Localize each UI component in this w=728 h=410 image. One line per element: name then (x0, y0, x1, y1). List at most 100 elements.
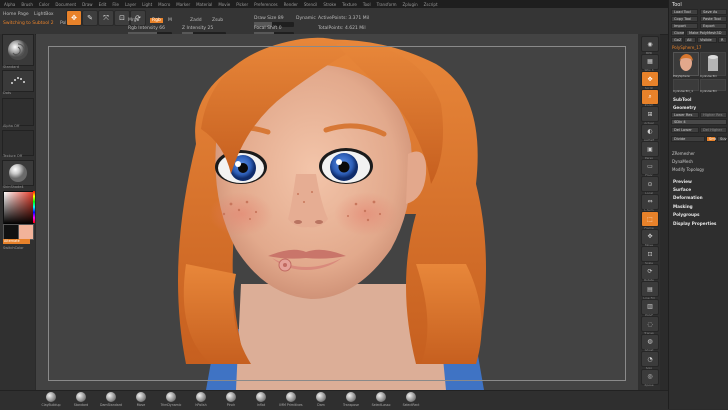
menu-item-stroke[interactable]: Stroke (323, 2, 336, 7)
menu-item-preferences[interactable]: Preferences (254, 2, 278, 7)
masking-section[interactable]: Masking (673, 204, 693, 209)
menu-item-picker[interactable]: Picker (236, 2, 248, 7)
brush-label: DamStandard (99, 403, 122, 407)
menu-item-zscript[interactable]: Zscript (424, 2, 438, 7)
smt-toggle[interactable]: Smt (706, 136, 716, 142)
shelf-brush-pinch[interactable]: Pinch (216, 392, 246, 407)
stroke-selector[interactable] (2, 70, 34, 92)
geometry-section[interactable]: Geometry (673, 105, 696, 110)
paste-tool-button[interactable]: Paste Tool (700, 16, 727, 22)
polygroups-section[interactable]: Polygroups (673, 212, 700, 217)
suv-toggle[interactable]: Suv (717, 136, 727, 142)
alpha-selector[interactable] (2, 98, 34, 126)
all-button[interactable]: All (684, 37, 696, 43)
zsub-toggle[interactable]: Zsub (212, 18, 223, 23)
del-higher-button[interactable]: Del Higher (700, 127, 727, 133)
hue-strip[interactable] (33, 191, 35, 223)
material-selector[interactable] (2, 160, 34, 186)
subtool-section[interactable]: SubTool (673, 97, 691, 102)
load-tool-button[interactable]: Load Tool (671, 9, 698, 15)
draw-size-label: Draw Size 89 (254, 16, 284, 21)
preview-section[interactable]: Preview (673, 179, 692, 184)
menu-item-layer[interactable]: Layer (125, 2, 136, 7)
move-icon: ✥ (647, 233, 653, 240)
menu-item-transform[interactable]: Transform (377, 2, 397, 7)
texture-selector[interactable] (2, 130, 34, 156)
menu-item-stencil[interactable]: Stencil (304, 2, 318, 7)
surface-section[interactable]: Surface (673, 187, 691, 192)
menu-item-macro[interactable]: Macro (158, 2, 170, 7)
brush-sphere-icon (166, 392, 176, 402)
tool-thumb-cylinder[interactable] (700, 52, 726, 76)
menu-item-edit[interactable]: Edit (99, 2, 107, 7)
shelf-brush-standard[interactable]: Standard (66, 392, 96, 407)
lightbox-tab[interactable]: LightBox (34, 12, 54, 17)
deformation-section[interactable]: Deformation (673, 195, 703, 200)
move-button[interactable]: ⤧ (98, 10, 114, 26)
menu-item-movie[interactable]: Movie (218, 2, 230, 7)
bottom-brush-shelf: ClayBuildup Standard DamStandard Move TrimDy… (0, 390, 668, 410)
m-toggle[interactable]: M (168, 18, 172, 23)
edit-button[interactable]: ✥ (66, 10, 82, 26)
goz-button[interactable]: GoZ (671, 37, 683, 43)
menu-item-texture[interactable]: Texture (342, 2, 357, 7)
modify-topology-item[interactable]: Modify Topology (672, 167, 704, 172)
mrgb-toggle[interactable]: Mrgb (128, 18, 139, 23)
menu-item-light[interactable]: Light (142, 2, 152, 7)
shelf-brush-claybuildup[interactable]: ClayBuildup (36, 392, 66, 407)
shelf-brush-imm-primitives[interactable]: IMM Primitives (276, 392, 306, 407)
shelf-brush-selectlasso[interactable]: SelectLasso (366, 392, 396, 407)
visible-button[interactable]: Visible (697, 37, 717, 43)
main-color-swatch[interactable] (3, 224, 19, 240)
menu-item-alpha[interactable]: Alpha (4, 2, 15, 7)
menu-item-document[interactable]: Document (55, 2, 76, 7)
shelf-brush-hpolish[interactable]: hPolish (186, 392, 216, 407)
display-properties-section[interactable]: Display Properties (673, 221, 716, 226)
brush-sphere-icon (76, 392, 86, 402)
menu-item-render[interactable]: Render (284, 2, 298, 7)
tool-thumb-polysphere[interactable] (673, 52, 699, 76)
higher-res-button[interactable]: Higher Res (700, 112, 727, 118)
r-button[interactable]: R (718, 37, 727, 43)
divide-button[interactable]: Divide (671, 136, 705, 142)
secondary-color-swatch[interactable] (18, 224, 34, 240)
dynamesh-item[interactable]: DynaMesh (672, 159, 693, 164)
alternate-button[interactable]: Alternate (3, 239, 30, 244)
shelf-brush-trimdynamic[interactable]: TrimDynamic (156, 392, 186, 407)
menu-item-zplugin[interactable]: Zplugin (403, 2, 418, 7)
shelf-brush-selectrect[interactable]: SelectRect (396, 392, 426, 407)
export-button[interactable]: Export (700, 23, 727, 29)
import-button[interactable]: Import (671, 23, 698, 29)
brush-sphere-icon (196, 392, 206, 402)
draw-button[interactable]: ✎ (82, 10, 98, 26)
brush-sphere-icon (226, 392, 236, 402)
del-lower-button[interactable]: Del Lower (671, 127, 699, 133)
sdiv-slider[interactable]: SDiv 4 (671, 119, 727, 125)
home-page-tab[interactable]: Home Page (3, 12, 29, 17)
color-picker[interactable] (3, 191, 34, 225)
menu-item-tool[interactable]: Tool (363, 2, 371, 7)
clone-button[interactable]: Clone (671, 30, 685, 36)
menu-item-color[interactable]: Color (39, 2, 49, 7)
menu-item-marker[interactable]: Marker (176, 2, 190, 7)
shelf-brush-damstandard[interactable]: DamStandard (96, 392, 126, 407)
shelf-brush-move[interactable]: Move (126, 392, 156, 407)
lower-res-button[interactable]: Lower Res (671, 112, 699, 118)
scale-icon: ⊡ (647, 250, 653, 258)
shelf-brush-dam[interactable]: Dam (306, 392, 336, 407)
shelf-brush-transpose[interactable]: Transpose (336, 392, 366, 407)
brush-selector[interactable] (2, 34, 34, 66)
switch-color-label[interactable]: SwitchColor (3, 246, 24, 250)
shelf-brush-inflat[interactable]: Inflat (246, 392, 276, 407)
zremesher-item[interactable]: ZRemesher (672, 151, 695, 156)
make-polymesh-button[interactable]: Make PolyMesh3D (686, 30, 727, 36)
copy-tool-button[interactable]: Copy Tool (671, 16, 698, 22)
menu-item-draw[interactable]: Draw (82, 2, 92, 7)
menu-item-brush[interactable]: Brush (21, 2, 33, 7)
rgb-toggle[interactable]: Rgb (150, 18, 163, 23)
menu-item-material[interactable]: Material (196, 2, 212, 7)
save-as-button[interactable]: Save As (700, 9, 727, 15)
menu-item-file[interactable]: File (112, 2, 119, 7)
zadd-toggle[interactable]: Zadd (190, 18, 202, 23)
dynamic-toggle[interactable]: Dynamic (296, 16, 316, 21)
